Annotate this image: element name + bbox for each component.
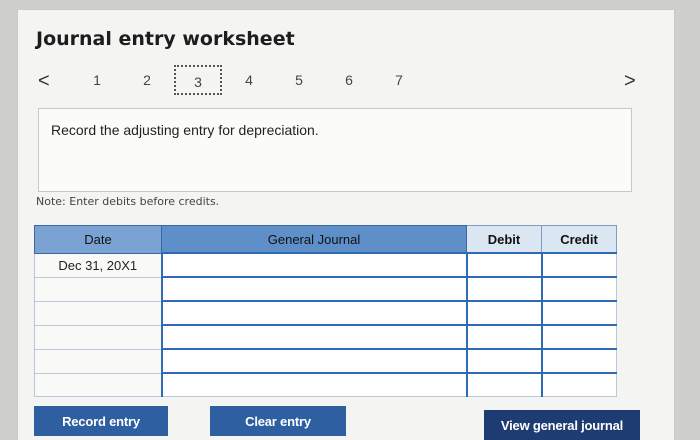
credit-input[interactable] [540,348,617,374]
date-cell [34,324,162,350]
credit-input[interactable] [540,276,617,302]
page-2[interactable]: 2 [136,72,158,88]
credit-input[interactable] [540,372,617,397]
view-general-journal-button[interactable]: View general journal [484,410,640,440]
debit-input[interactable] [465,252,542,278]
page-3[interactable]: 3 [174,65,222,95]
account-input[interactable] [160,348,467,374]
page-5[interactable]: 5 [288,72,310,88]
page-1[interactable]: 1 [86,72,108,88]
debit-input[interactable] [465,300,542,326]
page-6[interactable]: 6 [338,72,360,88]
debit-input[interactable] [465,372,542,397]
table-row [34,276,617,302]
account-input[interactable] [160,372,467,397]
page-4[interactable]: 4 [238,72,260,88]
table-row [34,348,617,374]
table-row [34,324,617,350]
debit-input[interactable] [465,348,542,374]
date-cell [34,300,162,326]
header-debit: Debit [466,225,542,254]
date-cell [34,276,162,302]
date-cell [34,372,162,397]
header-date: Date [34,225,162,254]
credit-input[interactable] [540,252,617,278]
note-text: Note: Enter debits before credits. [36,195,220,208]
header-general-journal: General Journal [161,225,467,254]
table-row [34,300,617,326]
clear-entry-button[interactable]: Clear entry [210,406,346,436]
instruction-text: Record the adjusting entry for depreciat… [51,122,319,138]
page-title: Journal entry worksheet [36,28,295,50]
journal-table: Date General Journal Debit Credit Dec 31… [34,225,617,397]
table-row: Dec 31, 20X1 [34,252,617,278]
instruction-box: Record the adjusting entry for depreciat… [38,108,632,192]
prev-page-chevron-icon[interactable]: < [38,70,50,93]
debit-input[interactable] [465,324,542,350]
account-input[interactable] [160,276,467,302]
header-credit: Credit [541,225,617,254]
page-7[interactable]: 7 [388,72,410,88]
debit-input[interactable] [465,276,542,302]
date-cell: Dec 31, 20X1 [34,252,162,278]
account-input[interactable] [160,324,467,350]
pagination: < 1 2 3 4 5 6 7 > [0,65,700,95]
record-entry-button[interactable]: Record entry [34,406,168,436]
account-input[interactable] [160,300,467,326]
table-header-row: Date General Journal Debit Credit [34,225,617,254]
table-row [34,372,617,397]
credit-input[interactable] [540,324,617,350]
account-input[interactable] [160,252,467,278]
credit-input[interactable] [540,300,617,326]
date-cell [34,348,162,374]
next-page-chevron-icon[interactable]: > [624,70,636,93]
